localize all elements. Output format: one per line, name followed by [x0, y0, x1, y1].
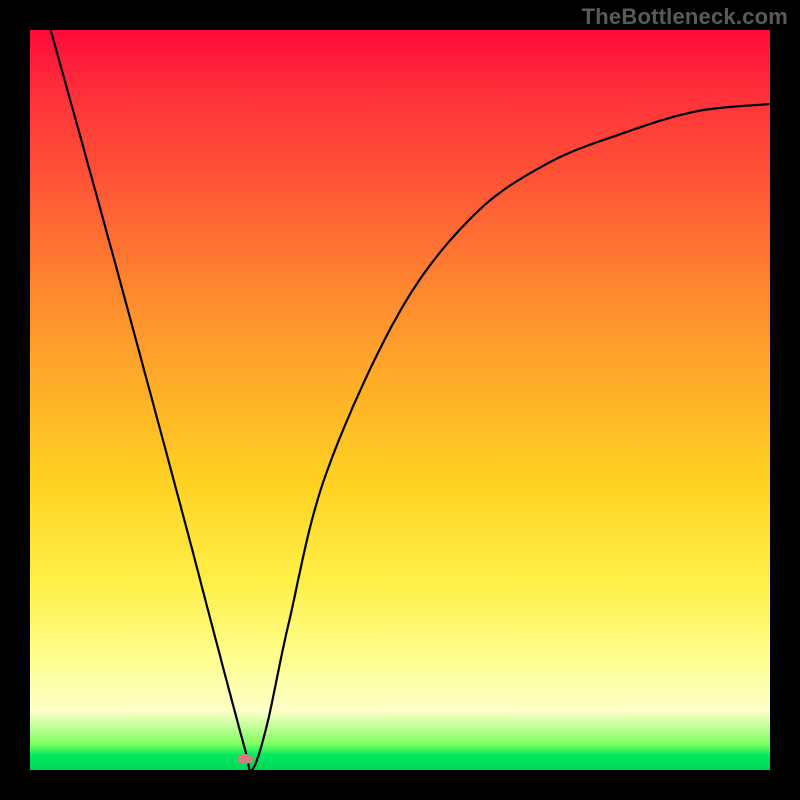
minimum-marker	[237, 754, 253, 764]
bottleneck-curve-line	[30, 0, 770, 771]
watermark-text: TheBottleneck.com	[582, 4, 788, 30]
chart-frame: TheBottleneck.com	[0, 0, 800, 800]
plot-area	[30, 30, 770, 770]
curve-svg	[30, 30, 770, 770]
